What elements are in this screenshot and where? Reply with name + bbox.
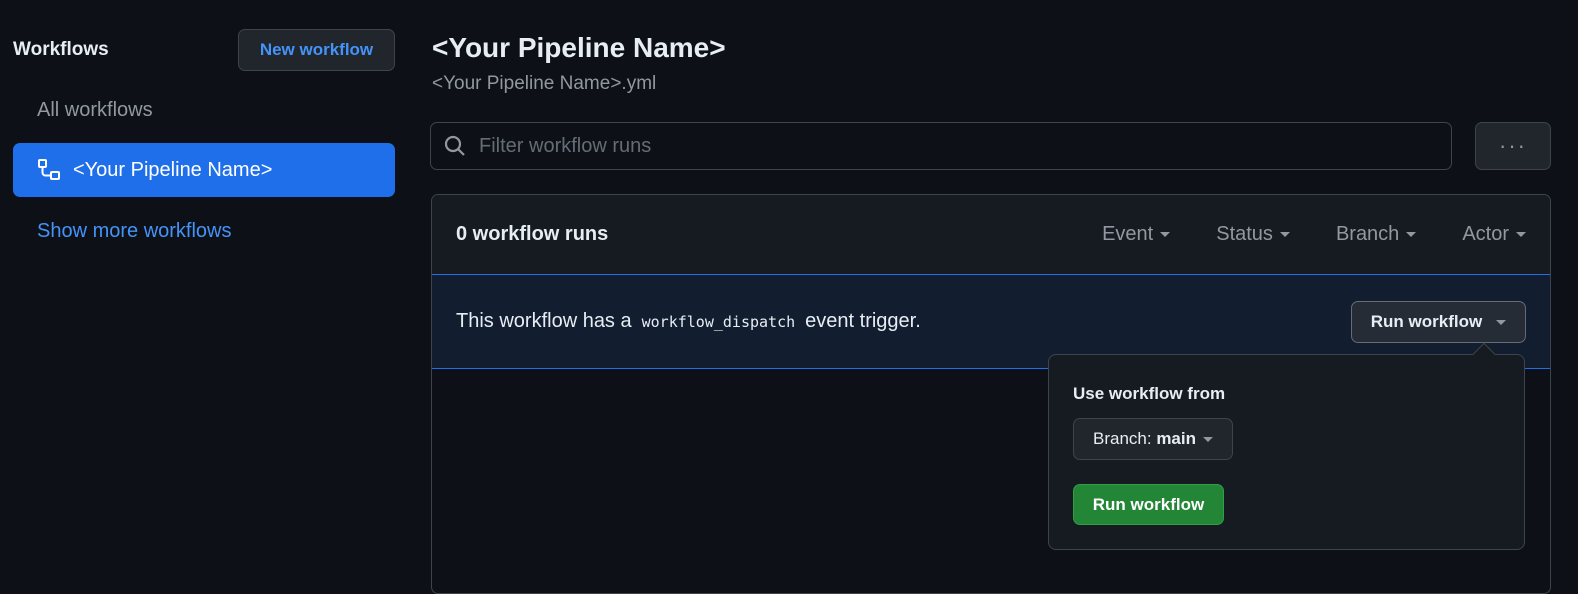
kebab-icon: ··· [1499, 133, 1527, 158]
show-more-workflows-link[interactable]: Show more workflows [37, 220, 232, 243]
popup-label: Use workflow from [1073, 384, 1226, 403]
page-title: <Your Pipeline Name> [432, 32, 726, 63]
workflow-file-link[interactable]: <Your Pipeline Name>.yml [432, 73, 656, 95]
caret-down-icon [1406, 232, 1417, 237]
caret-down-icon [1279, 232, 1290, 237]
branch-select[interactable]: Branch: main [1073, 418, 1233, 460]
filter-box [430, 122, 1452, 170]
sidebar-item-all-workflows[interactable]: All workflows [37, 99, 153, 122]
caret-down-icon [1160, 232, 1171, 237]
more-options-button[interactable]: ··· [1475, 122, 1551, 170]
sidebar-item-label: <Your Pipeline Name> [73, 158, 273, 181]
workflow-icon [38, 159, 60, 180]
sidebar-item-pipeline[interactable]: <Your Pipeline Name> [13, 143, 395, 197]
run-workflow-submit-button[interactable]: Run workflow [1073, 484, 1224, 525]
filter-actor[interactable]: Actor [1462, 223, 1526, 246]
caret-down-icon [1516, 232, 1526, 237]
new-workflow-button[interactable]: New workflow [238, 29, 395, 71]
search-icon [444, 135, 465, 156]
sidebar-title: Workflows [13, 39, 109, 60]
caret-down-icon [1203, 436, 1213, 442]
caret-down-icon [1496, 319, 1507, 325]
filter-status[interactable]: Status [1216, 223, 1290, 246]
filter-input[interactable] [479, 134, 1379, 158]
event-code: workflow_dispatch [641, 312, 796, 331]
runs-count: 0 workflow runs [456, 223, 609, 245]
filter-branch[interactable]: Branch [1336, 223, 1417, 246]
filter-event[interactable]: Event [1102, 223, 1171, 246]
run-workflow-dropdown-button[interactable]: Run workflow [1351, 301, 1526, 343]
